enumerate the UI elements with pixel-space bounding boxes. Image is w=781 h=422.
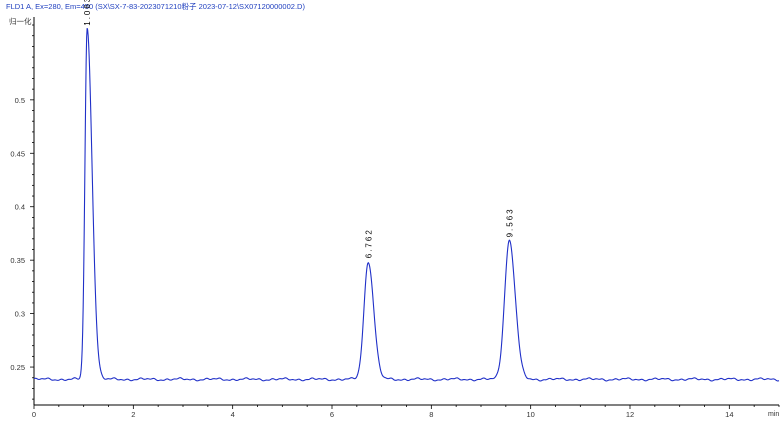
x-tick-label: 2	[131, 410, 135, 419]
x-tick-label: 6	[330, 410, 334, 419]
peak-label: 1.063	[83, 0, 92, 26]
peak-label: 9.563	[505, 207, 514, 237]
y-tick-label: 0.4	[15, 203, 25, 212]
x-axis-label: min	[768, 411, 779, 418]
y-tick-label: 0.3	[15, 310, 25, 319]
chart-title: FLD1 A, Ex=280, Em=450 (SX\SX-7-83-20230…	[6, 1, 305, 11]
chromatogram-chart: FLD1 A, Ex=280, Em=450 (SX\SX-7-83-20230…	[0, 0, 781, 422]
x-tick-label: 0	[32, 410, 36, 419]
y-tick-label: 0.35	[10, 256, 25, 265]
y-tick-label: 0.25	[10, 363, 25, 372]
x-tick-label: 14	[725, 410, 733, 419]
y-axis-label: 归一化	[9, 16, 32, 26]
x-tick-label: 10	[526, 410, 534, 419]
chart-background	[0, 0, 781, 422]
x-tick-label: 8	[429, 410, 433, 419]
y-tick-label: 0.5	[15, 96, 25, 105]
peak-label: 6.762	[364, 228, 373, 258]
x-tick-label: 12	[626, 410, 634, 419]
x-tick-label: 4	[231, 410, 235, 419]
y-tick-label: 0.45	[10, 149, 25, 158]
